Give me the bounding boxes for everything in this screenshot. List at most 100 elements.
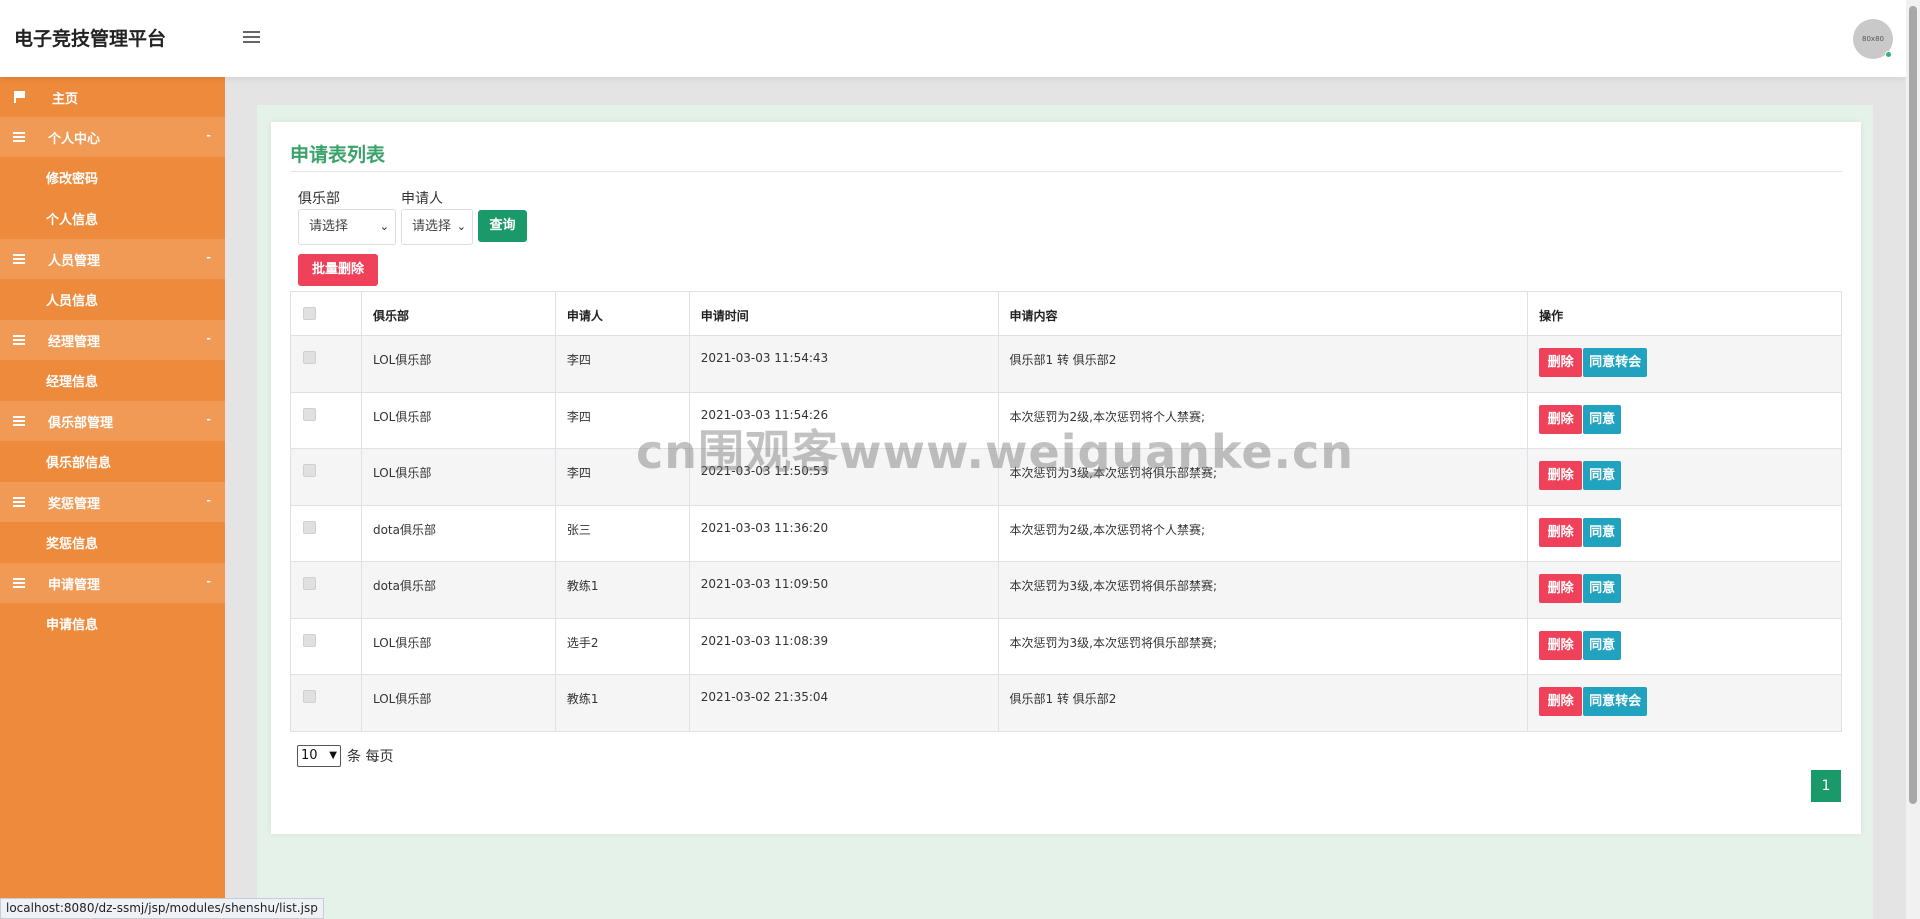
sidebar-group-label: 人员管理	[48, 253, 101, 269]
collapse-icon[interactable]: -	[206, 251, 211, 264]
sidebar-group-personnel[interactable]: 人员管理 -	[0, 239, 225, 279]
row-checkbox[interactable]	[303, 407, 316, 421]
applicant-cell: 李四	[554, 335, 690, 393]
sidebar-group-personal[interactable]: 个人中心 -	[0, 117, 225, 157]
list-icon	[12, 496, 26, 508]
menu-toggle-icon[interactable]	[243, 31, 260, 44]
sidebar-item-personnel-info[interactable]: 人员信息	[0, 279, 225, 320]
applications-table: 俱乐部 申请人 申请时间 申请内容 操作 LOL俱乐部 李四 2021-03-0…	[290, 291, 1842, 732]
row-checkbox[interactable]	[303, 520, 316, 534]
sidebar-group-label: 个人中心	[48, 131, 101, 147]
sidebar-group-label: 申请管理	[48, 577, 101, 593]
time-cell: 2021-03-03 11:09:50	[688, 561, 999, 619]
list-icon	[12, 131, 26, 143]
select-all-checkbox[interactable]	[303, 307, 316, 320]
sidebar-group-manager[interactable]: 经理管理 -	[0, 320, 225, 360]
collapse-icon[interactable]: -	[206, 575, 211, 588]
operations-cell: 删除 同意	[1527, 448, 1842, 506]
delete-button[interactable]: 删除	[1539, 461, 1583, 490]
applicant-select[interactable]: 请选择 ⌄	[401, 209, 473, 245]
select-all-cell	[290, 291, 362, 336]
avatar[interactable]: 80x80	[1853, 19, 1893, 59]
list-icon	[12, 415, 26, 427]
delete-button[interactable]: 删除	[1539, 574, 1583, 603]
delete-button[interactable]: 删除	[1539, 687, 1583, 716]
row-checkbox[interactable]	[303, 464, 316, 477]
query-button[interactable]: 查询	[478, 210, 527, 242]
club-cell: LOL俱乐部	[360, 335, 556, 393]
applicant-cell: 教练1	[554, 674, 690, 732]
sidebar-group-applications[interactable]: 申请管理 -	[0, 563, 225, 603]
approve-button[interactable]: 同意	[1583, 574, 1622, 603]
avatar-placeholder-text: 80x80	[1862, 35, 1884, 43]
sidebar-item-label: 主页	[52, 91, 79, 107]
collapse-icon[interactable]: -	[206, 129, 211, 142]
sidebar-item-home[interactable]: 主页	[0, 77, 225, 117]
row-checkbox[interactable]	[303, 633, 316, 647]
club-select-value: 请选择	[309, 219, 349, 234]
content-cell: 俱乐部1 转 俱乐部2	[997, 674, 1529, 732]
table-row: dota俱乐部 张三 2021-03-03 11:36:20 本次惩罚为2级,本…	[290, 504, 1842, 562]
sidebar-group-club[interactable]: 俱乐部管理 -	[0, 401, 225, 441]
sidebar-group-label: 俱乐部管理	[48, 415, 114, 431]
delete-button[interactable]: 删除	[1539, 404, 1583, 434]
club-cell: dota俱乐部	[360, 561, 556, 619]
collapse-icon[interactable]: -	[206, 494, 211, 507]
applicant-cell: 张三	[554, 504, 690, 562]
column-header[interactable]: 申请内容	[997, 291, 1529, 336]
page-scrollbar[interactable]	[1906, 0, 1920, 919]
sidebar-item-club-info[interactable]: 俱乐部信息	[0, 441, 225, 482]
approve-button[interactable]: 同意	[1583, 404, 1622, 434]
operations-cell: 删除 同意	[1527, 504, 1842, 562]
page-size-value: 10	[301, 748, 318, 763]
table-row: LOL俱乐部 教练1 2021-03-02 21:35:04 俱乐部1 转 俱乐…	[290, 674, 1842, 732]
pagination-page-button[interactable]: 1	[1811, 770, 1841, 802]
approve-transfer-button[interactable]: 同意转会	[1583, 348, 1648, 377]
list-icon	[12, 577, 26, 589]
club-cell: LOL俱乐部	[360, 617, 556, 675]
club-cell: dota俱乐部	[360, 504, 556, 562]
column-header[interactable]: 申请时间	[688, 291, 999, 336]
approve-button[interactable]: 同意	[1583, 461, 1622, 490]
sidebar-item-rewards-info[interactable]: 奖惩信息	[0, 522, 225, 563]
title-divider	[290, 171, 1842, 172]
sidebar-group-label: 奖惩管理	[48, 496, 101, 512]
time-cell: 2021-03-03 11:08:39	[688, 617, 999, 675]
chevron-down-icon: ⌄	[456, 220, 466, 233]
sidebar-item-personal-info[interactable]: 个人信息	[0, 198, 225, 239]
sidebar-item-manager-info[interactable]: 经理信息	[0, 360, 225, 401]
scrollbar-thumb[interactable]	[1909, 6, 1917, 804]
chevron-down-icon: ▼	[329, 750, 337, 761]
sidebar: 主页 个人中心 - 修改密码 个人信息 人员管理 - 人员信息 经理管理 - 经…	[0, 77, 225, 919]
top-bar: 电子竞技管理平台 80x80	[0, 0, 1906, 77]
row-checkbox[interactable]	[303, 577, 316, 590]
chevron-down-icon: ⌄	[379, 220, 389, 233]
sidebar-item-change-password[interactable]: 修改密码	[0, 157, 225, 198]
operations-cell: 删除 同意	[1527, 561, 1842, 619]
delete-button[interactable]: 删除	[1539, 517, 1583, 547]
approve-button[interactable]: 同意	[1583, 630, 1622, 660]
page-size-suffix: 条 每页	[347, 749, 394, 765]
collapse-icon[interactable]: -	[206, 413, 211, 426]
batch-delete-button[interactable]: 批量删除	[298, 254, 378, 286]
column-header[interactable]: 申请人	[554, 291, 690, 336]
page-size-select[interactable]: 10 ▼	[297, 745, 341, 767]
time-cell: 2021-03-03 11:54:43	[688, 335, 999, 393]
column-header[interactable]: 俱乐部	[360, 291, 556, 336]
sidebar-item-application-info[interactable]: 申请信息	[0, 603, 225, 644]
collapse-icon[interactable]: -	[206, 332, 211, 345]
time-cell: 2021-03-02 21:35:04	[688, 674, 999, 732]
sidebar-group-rewards[interactable]: 奖惩管理 -	[0, 482, 225, 522]
content-cell: 本次惩罚为2级,本次惩罚将个人禁赛;	[997, 504, 1529, 562]
club-cell: LOL俱乐部	[360, 391, 556, 449]
row-checkbox[interactable]	[303, 351, 316, 364]
delete-button[interactable]: 删除	[1539, 348, 1583, 377]
table-row: LOL俱乐部 李四 2021-03-03 11:54:43 俱乐部1 转 俱乐部…	[290, 335, 1842, 393]
club-select[interactable]: 请选择 ⌄	[298, 209, 396, 245]
approve-transfer-button[interactable]: 同意转会	[1583, 687, 1648, 716]
approve-button[interactable]: 同意	[1583, 517, 1622, 547]
operations-cell: 删除 同意转会	[1527, 335, 1842, 393]
row-checkbox[interactable]	[303, 690, 316, 703]
page-title: 申请表列表	[290, 144, 386, 166]
delete-button[interactable]: 删除	[1539, 630, 1583, 660]
